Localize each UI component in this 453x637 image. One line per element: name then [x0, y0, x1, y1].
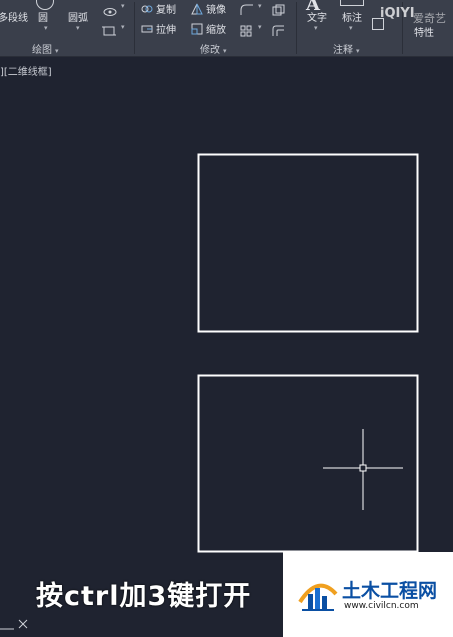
view-dropdown-caret[interactable]: ▾	[121, 2, 125, 10]
polyline-label: 多段线	[0, 13, 28, 24]
text-label: 文字	[307, 13, 327, 24]
offset-parallel-icon[interactable]	[272, 22, 286, 36]
stretch-icon	[141, 23, 153, 35]
viewport-label[interactable]: ][二维线框]	[0, 63, 52, 78]
dimension-label: 标注	[342, 13, 362, 24]
stretch-label: 拉伸	[156, 25, 176, 36]
video-subtitle: 按ctrl加3键打开	[36, 581, 252, 612]
annotation-panel-caret: ▾	[356, 47, 360, 55]
array-dropdown-caret[interactable]: ▾	[258, 23, 262, 31]
rectangle-dropdown-caret[interactable]: ▾	[121, 23, 125, 31]
stretch-button[interactable]: 拉伸	[141, 21, 176, 36]
dimension-icon	[340, 0, 364, 6]
properties-label: 特性	[414, 28, 434, 39]
fillet-icon[interactable]	[240, 1, 254, 15]
watermark-url: www.civilcn.com	[344, 601, 419, 611]
panel-separator	[134, 2, 135, 54]
circle-dropdown-caret[interactable]: ▾	[44, 24, 48, 32]
scale-icon	[191, 23, 203, 35]
drawing-canvas[interactable]	[0, 58, 453, 637]
draw-panel-title-text: 绘图	[32, 45, 52, 56]
watermark-title: 土木工程网	[342, 580, 438, 602]
copy-icon	[141, 3, 153, 15]
array-icon[interactable]	[240, 22, 252, 37]
fillet-dropdown-caret[interactable]: ▾	[258, 2, 262, 10]
offset-icon[interactable]	[272, 1, 286, 16]
dimension-button[interactable]: 标注	[342, 9, 362, 24]
copy-button[interactable]: 复制	[141, 1, 176, 16]
rectangle-icon[interactable]	[102, 22, 116, 36]
scale-button[interactable]: 缩放	[191, 21, 226, 36]
video-logo: iQIYI	[380, 6, 415, 21]
rectangle-top	[197, 153, 419, 333]
modify-panel-caret: ▾	[223, 47, 227, 55]
mirror-button[interactable]: 镜像	[191, 1, 226, 16]
annotation-panel-title[interactable]: 注释 ▾	[333, 41, 360, 56]
video-logo-sub: 爱奇艺	[413, 12, 446, 25]
annotation-panel-title-text: 注释	[333, 45, 353, 56]
ucs-icon	[0, 612, 34, 632]
arc-button[interactable]: 圆弧	[68, 9, 88, 24]
circle-button[interactable]: 圆	[38, 9, 48, 24]
draw-panel-title[interactable]: 绘图 ▾	[32, 41, 59, 56]
arc-dropdown-caret[interactable]: ▾	[76, 24, 80, 32]
modify-panel-title[interactable]: 修改 ▾	[200, 41, 227, 56]
modify-panel-title-text: 修改	[200, 45, 220, 56]
text-button[interactable]: 文字	[307, 9, 327, 24]
mirror-label: 镜像	[206, 5, 226, 16]
crosshair-cursor	[323, 429, 403, 510]
arc-label: 圆弧	[68, 13, 88, 24]
draw-panel-caret: ▾	[55, 47, 59, 55]
mirror-icon	[191, 3, 203, 15]
polyline-button[interactable]: 多段线	[0, 9, 28, 24]
copy-label: 复制	[156, 5, 176, 16]
circle-label: 圆	[38, 13, 48, 24]
panel-separator	[296, 2, 297, 54]
text-dropdown-caret[interactable]: ▾	[314, 24, 318, 32]
scale-label: 缩放	[206, 25, 226, 36]
view-icon[interactable]	[102, 2, 118, 16]
properties-button[interactable]: 特性	[414, 24, 434, 39]
watermark-logo-icon	[296, 572, 340, 616]
dimension-dropdown-caret[interactable]: ▾	[349, 24, 353, 32]
rectangle-bottom	[197, 374, 419, 553]
